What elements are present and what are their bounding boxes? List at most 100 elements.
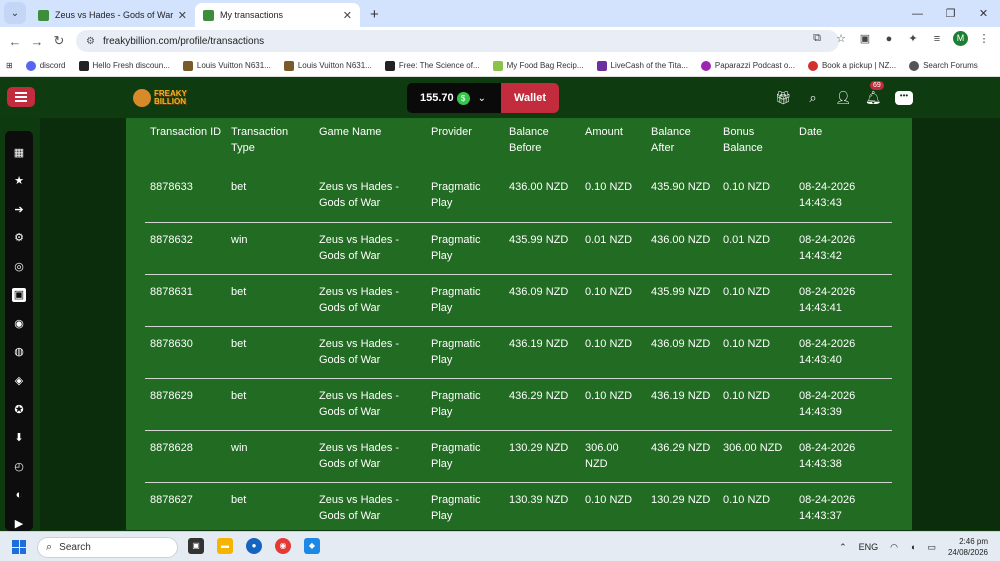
bookmark-label: Paparazzi Podcast o... bbox=[714, 61, 795, 70]
col-header-transaction-id[interactable]: Transaction ID bbox=[145, 118, 226, 170]
wifi-icon[interactable]: ◠ bbox=[890, 542, 898, 553]
language-indicator[interactable]: ENG bbox=[859, 542, 879, 552]
tab-search-icon[interactable]: ⌄ bbox=[4, 2, 26, 24]
app-tile-icon[interactable]: ◆ bbox=[304, 538, 320, 554]
close-tab-icon[interactable]: ✕ bbox=[178, 9, 187, 22]
bookmark-label: Search Forums bbox=[923, 61, 978, 70]
col-header-game-name[interactable]: Game Name bbox=[314, 118, 426, 170]
browser-tab-game[interactable]: Zeus vs Hades - Gods of War | F ✕ bbox=[30, 3, 195, 27]
timer-icon[interactable]: ◴ bbox=[12, 460, 26, 474]
volume-icon[interactable]: ◖ bbox=[910, 542, 915, 552]
search-icon[interactable]: ⌕ bbox=[805, 90, 821, 106]
clock[interactable]: 2:46 pm 24/08/2026 bbox=[948, 536, 988, 558]
battery-icon[interactable]: ▭ bbox=[927, 542, 936, 553]
cell-transaction-id: 8878631 bbox=[150, 285, 193, 298]
bookmark-item[interactable]: Free: The Science of... bbox=[384, 60, 480, 71]
apps-grid-icon[interactable]: ⊞ bbox=[6, 61, 13, 70]
bookmark-item[interactable]: Book a pickup | NZ... bbox=[807, 60, 896, 71]
forward-icon[interactable]: → bbox=[26, 34, 48, 49]
url-bar[interactable]: ⚙ freakybillion.com/profile/transactions bbox=[76, 30, 839, 52]
cell-bonus-balance: 306.00 NZD bbox=[723, 441, 783, 454]
bookmark-item[interactable]: Search Forums bbox=[909, 60, 978, 71]
calendar-icon[interactable]: ▦ bbox=[12, 146, 26, 160]
puzzle-extensions-icon[interactable]: ✦ bbox=[905, 32, 921, 45]
site-info-icon[interactable]: ⚙ bbox=[86, 36, 95, 47]
bookmark-item[interactable]: LiveCash of the Tita... bbox=[596, 60, 688, 71]
wallet-button[interactable]: Wallet bbox=[501, 83, 559, 113]
col-header-amount[interactable]: Amount bbox=[580, 118, 646, 170]
bookmarks-bar: ⊞ discord Hello Fresh discoun... Louis V… bbox=[0, 55, 1000, 77]
balance-widget[interactable]: 155.70 $ ⌄ Wallet bbox=[407, 83, 559, 113]
close-window-icon[interactable]: ✕ bbox=[967, 7, 1000, 20]
col-header-date[interactable]: Date bbox=[794, 118, 892, 170]
browser-tab-transactions[interactable]: My transactions ✕ bbox=[195, 3, 360, 27]
col-header-transaction-type[interactable]: Transaction Type bbox=[226, 118, 314, 170]
shield-icon[interactable]: ◈ bbox=[12, 374, 26, 388]
gear-icon[interactable]: ⚙ bbox=[12, 231, 26, 245]
task-view-icon[interactable]: ▣ bbox=[188, 538, 204, 554]
bookmark-item[interactable]: Louis Vuitton N631... bbox=[283, 60, 372, 71]
menu-kebab-icon[interactable]: ⋮ bbox=[976, 32, 992, 45]
table-row: 8878630 bet Zeus vs Hades - Gods of War … bbox=[145, 326, 892, 378]
site-favicon-icon bbox=[38, 9, 49, 21]
close-tab-icon[interactable]: ✕ bbox=[343, 9, 352, 22]
col-header-bonus-balance[interactable]: Bonus Balance bbox=[718, 118, 794, 170]
col-header-balance-after[interactable]: Balance After bbox=[646, 118, 718, 170]
side-nav: ▦ ★ ➔ ⚙ ◎ ▣ ◉ ◍ ◈ ✪ ⬇ ◴ ◐ ▶ bbox=[5, 131, 33, 531]
profile-avatar[interactable]: M bbox=[953, 31, 968, 46]
windows-start-icon[interactable] bbox=[12, 540, 26, 554]
bookmark-item[interactable]: Hello Fresh discoun... bbox=[78, 60, 170, 71]
bookmark-star-icon[interactable]: ☆ bbox=[833, 32, 849, 45]
cell-balance-before: 436.00 NZD bbox=[509, 181, 569, 193]
new-tab-icon[interactable]: + bbox=[370, 6, 379, 23]
install-app-icon[interactable]: ⧉ bbox=[809, 32, 825, 45]
user-icon[interactable]: ◉ bbox=[12, 317, 26, 331]
cell-transaction-type: bet bbox=[231, 285, 247, 298]
chat-icon[interactable]: ••• bbox=[895, 91, 913, 105]
table-row: 8878628 win Zeus vs Hades - Gods of War … bbox=[145, 430, 892, 482]
bookmark-item[interactable]: Louis Vuitton N631... bbox=[182, 60, 271, 71]
download-icon[interactable]: ⬇ bbox=[12, 431, 26, 445]
taskbar-search[interactable]: ⌕ Search bbox=[37, 537, 178, 558]
cell-amount: 0.10 NZD bbox=[585, 389, 633, 402]
coin-icon[interactable]: ◐ bbox=[12, 488, 26, 502]
restore-icon[interactable]: ❐ bbox=[934, 7, 967, 20]
bookmark-favicon-icon bbox=[78, 60, 89, 71]
reload-icon[interactable]: ↻ bbox=[48, 33, 70, 49]
wallet-icon[interactable]: ▣ bbox=[12, 288, 26, 302]
chevron-down-icon[interactable]: ⌄ bbox=[478, 93, 486, 104]
media-control-icon[interactable]: ≡ bbox=[929, 33, 945, 45]
chip-icon[interactable]: ◍ bbox=[12, 345, 26, 359]
cell-balance-before: 130.29 NZD bbox=[509, 441, 569, 454]
play-icon[interactable]: ▶ bbox=[12, 517, 26, 531]
file-explorer-icon[interactable]: ▬ bbox=[217, 538, 233, 554]
minimize-icon[interactable]: — bbox=[901, 8, 934, 20]
badge-icon[interactable]: ✪ bbox=[12, 403, 26, 417]
arrow-right-icon[interactable]: ➔ bbox=[12, 203, 26, 217]
target-icon[interactable]: ◎ bbox=[12, 260, 26, 274]
gift-icon[interactable]: 🎁︎ bbox=[775, 90, 792, 106]
col-header-provider[interactable]: Provider bbox=[426, 118, 504, 170]
bookmark-label: discord bbox=[39, 61, 66, 70]
bookmark-label: Free: The Science of... bbox=[398, 61, 480, 70]
bookmark-favicon-icon bbox=[909, 60, 920, 71]
cell-game-name: Zeus vs Hades - Gods of War bbox=[319, 441, 400, 470]
bookmark-item[interactable]: discord bbox=[25, 60, 66, 71]
chevron-up-icon[interactable]: ⌃ bbox=[839, 542, 847, 553]
cell-provider: Pragmatic Play bbox=[431, 389, 481, 418]
site-logo[interactable]: FREAKY BILLION bbox=[133, 87, 187, 109]
bell-icon[interactable]: 🔔︎ bbox=[865, 90, 882, 106]
windows-taskbar: ⌕ Search ▣ ▬ ● ◉ ◆ ⌃ ENG ◠ ◖ ▭ 2:46 pm 2… bbox=[0, 531, 1000, 561]
bookmark-item[interactable]: Paparazzi Podcast o... bbox=[700, 60, 795, 71]
extension-icon[interactable]: ▣ bbox=[857, 32, 873, 45]
table-row: 8878631 bet Zeus vs Hades - Gods of War … bbox=[145, 274, 892, 326]
chrome-icon[interactable]: ◉ bbox=[275, 538, 291, 554]
app-droplet-icon[interactable]: ● bbox=[246, 538, 262, 554]
star-icon[interactable]: ★ bbox=[12, 174, 26, 188]
back-icon[interactable]: ← bbox=[4, 34, 26, 49]
bookmark-item[interactable]: My Food Bag Recip... bbox=[492, 60, 584, 71]
hamburger-menu-button[interactable] bbox=[7, 87, 35, 107]
user-icon[interactable]: 👤︎ bbox=[835, 90, 852, 106]
extension-icon[interactable]: ● bbox=[881, 33, 897, 45]
col-header-balance-before[interactable]: Balance Before bbox=[504, 118, 580, 170]
